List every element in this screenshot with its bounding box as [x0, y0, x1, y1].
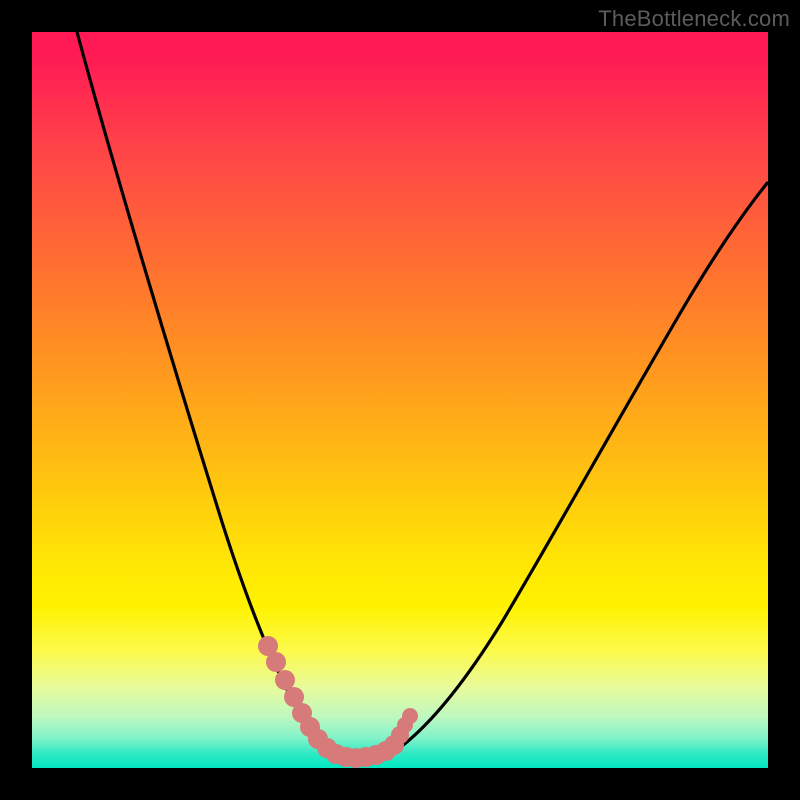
watermark-text: TheBottleneck.com — [598, 6, 790, 32]
highlight-markers — [258, 636, 418, 768]
bottleneck-curve — [77, 32, 768, 764]
plot-area — [32, 32, 768, 768]
chart-frame: TheBottleneck.com — [0, 0, 800, 800]
curve-svg — [32, 32, 768, 768]
